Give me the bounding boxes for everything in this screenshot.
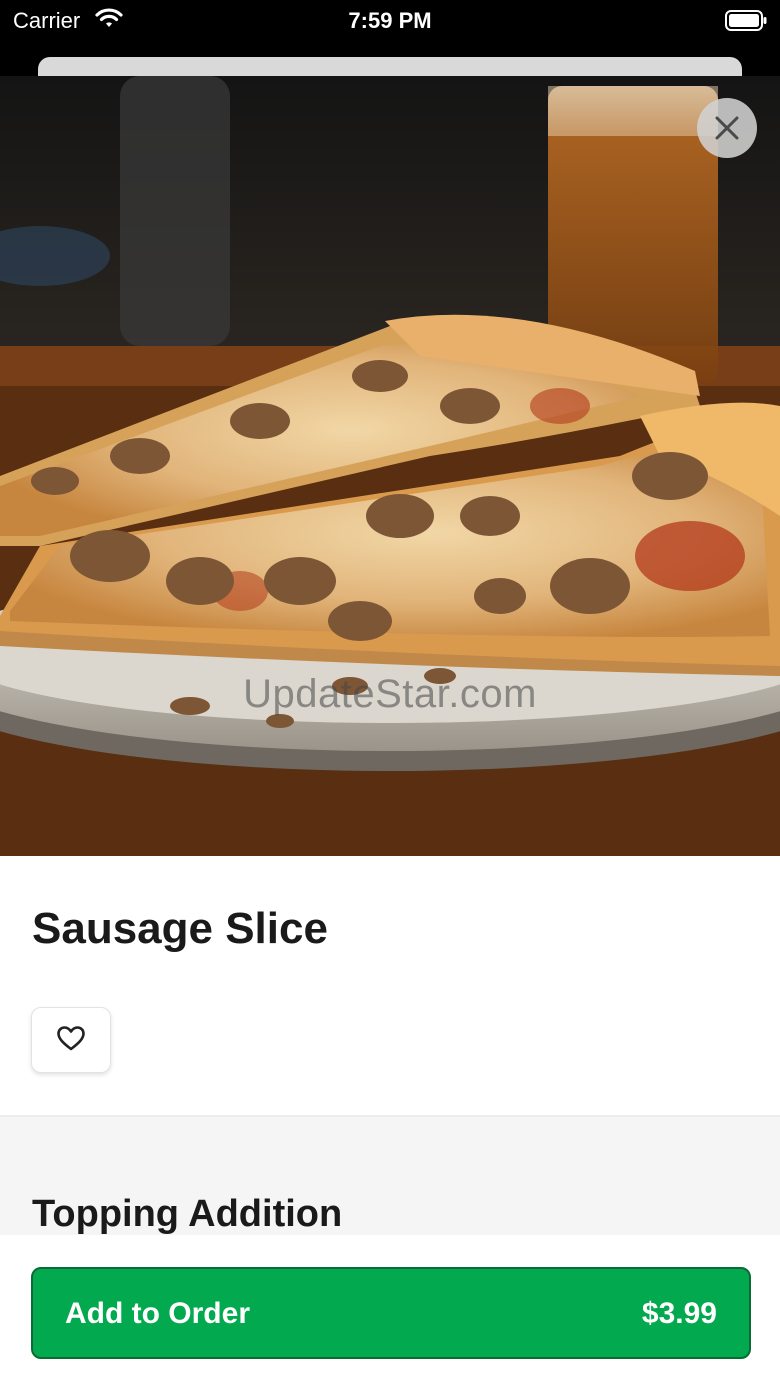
item-photo: UpdateStar.com [0,76,780,856]
section-title: Topping Addition [32,1193,343,1235]
item-name: Sausage Slice [32,904,328,953]
close-icon [714,115,740,141]
order-price: $3.99 [641,1297,717,1330]
status-bar: Carrier 7:59 PM [0,0,780,40]
item-detail-sheet: UpdateStar.com Sausage Slice Topping Add… [0,76,780,1387]
clock: 7:59 PM [348,8,432,33]
favorite-button[interactable] [31,1007,111,1073]
heart-icon [56,1025,86,1056]
image-watermark: UpdateStar.com [243,672,537,716]
add-to-order-label: Add to Order [65,1297,250,1330]
add-to-order-button[interactable]: Add to Order $3.99 [31,1267,751,1359]
close-button[interactable] [697,98,757,158]
battery-icon [725,10,767,38]
order-footer: Add to Order $3.99 [0,1235,780,1387]
